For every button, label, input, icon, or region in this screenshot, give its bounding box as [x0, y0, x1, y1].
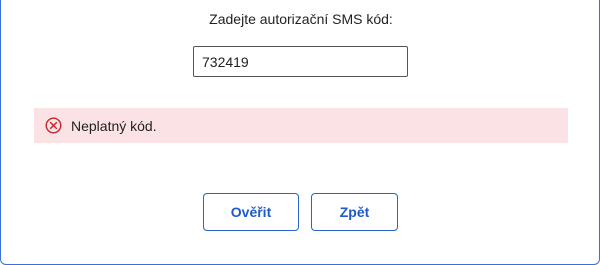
error-message-text: Neplatný kód.	[71, 117, 157, 134]
verify-button[interactable]: Ověřit	[203, 193, 299, 231]
sms-code-prompt: Zadejte autorizační SMS kód:	[209, 11, 393, 27]
sms-code-input[interactable]	[193, 46, 408, 77]
error-message-box: Neplatný kód.	[34, 108, 568, 143]
error-circle-x-icon	[45, 117, 62, 134]
sms-auth-panel: Zadejte autorizační SMS kód: Neplatný kó…	[0, 0, 600, 265]
back-button[interactable]: Zpět	[311, 193, 398, 231]
